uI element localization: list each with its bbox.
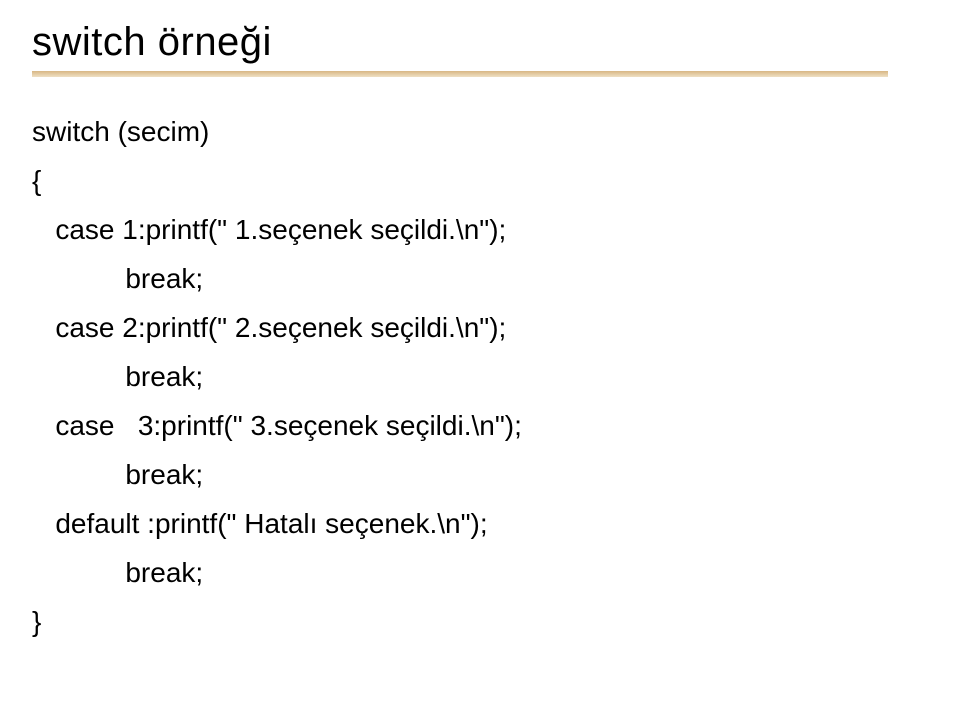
body-area: switch (secim) { case 1:printf(" 1.seçen… bbox=[0, 77, 960, 646]
title-area: switch örneği bbox=[0, 0, 960, 77]
slide: switch örneği switch (secim) { case 1:pr… bbox=[0, 0, 960, 717]
slide-title: switch örneği bbox=[32, 20, 928, 65]
code-block: switch (secim) { case 1:printf(" 1.seçen… bbox=[32, 107, 928, 646]
